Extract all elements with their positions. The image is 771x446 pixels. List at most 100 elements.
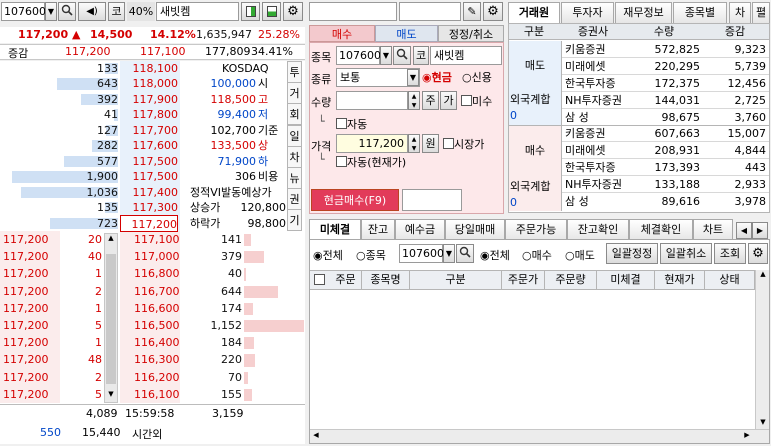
- scroll-up-icon[interactable]: ▲: [106, 234, 116, 246]
- qty-input[interactable]: [336, 91, 408, 110]
- search-button[interactable]: [58, 2, 76, 21]
- side-button-6[interactable]: 권: [287, 188, 302, 211]
- chart-button[interactable]: [241, 2, 260, 21]
- order-code-search[interactable]: [393, 46, 411, 65]
- scroll-up-icon[interactable]: ▲: [757, 270, 769, 282]
- col-header-4[interactable]: 주문량: [545, 271, 597, 289]
- scroll-thumb[interactable]: [106, 254, 116, 384]
- order-extra-input[interactable]: [402, 189, 462, 211]
- broker-tab-1[interactable]: 투자자: [561, 2, 614, 23]
- bid-price[interactable]: 116,500: [134, 317, 180, 334]
- order-settings-button[interactable]: ⚙: [483, 2, 503, 21]
- col-header-7[interactable]: 상태: [705, 271, 755, 289]
- col-header-0[interactable]: 주문: [330, 271, 362, 289]
- stock-code-input[interactable]: 107600: [1, 2, 46, 21]
- scroll-left-icon[interactable]: ◀: [310, 431, 322, 443]
- ask-price[interactable]: 118,000: [120, 75, 179, 92]
- market-price-checkbox[interactable]: 시장가: [443, 136, 484, 152]
- filter-code-input[interactable]: 107600: [399, 244, 444, 263]
- ask-price[interactable]: 118,100: [120, 60, 179, 77]
- tabs-scroll-right[interactable]: ▶: [752, 222, 768, 239]
- qty-shares-button[interactable]: 주: [422, 91, 439, 110]
- order-code-dropdown[interactable]: ▼: [380, 46, 392, 65]
- bid-price[interactable]: 116,600: [134, 300, 180, 317]
- qty-stepper[interactable]: ▲ ▼: [408, 91, 420, 110]
- price-stepper[interactable]: ▲ ▼: [408, 134, 420, 153]
- bottom-tab-0[interactable]: 미체결: [309, 219, 361, 241]
- broker-tab-2[interactable]: 재무정보: [615, 2, 672, 23]
- price-input[interactable]: 117,200: [336, 134, 408, 153]
- bottom-tab-7[interactable]: 차트: [693, 219, 733, 240]
- bid-price[interactable]: 116,100: [134, 386, 180, 403]
- order-type-select[interactable]: 보통 ▼: [336, 68, 420, 87]
- ask-price[interactable]: 117,900: [120, 91, 179, 108]
- bottom-tab-6[interactable]: 체결확인: [629, 219, 693, 240]
- bulk-modify-button[interactable]: 일괄정정: [606, 243, 658, 264]
- order-code-input[interactable]: 107600: [336, 46, 381, 65]
- tab-modify[interactable]: 정정/취소: [438, 25, 504, 42]
- orderbook-scrollbar[interactable]: ▲ ▼: [104, 233, 118, 403]
- orders-hscrollbar[interactable]: ◀ ▶: [310, 429, 769, 443]
- ask-price[interactable]: 117,700: [120, 122, 179, 139]
- bottom-tab-2[interactable]: 예수금: [395, 219, 445, 240]
- settings-button[interactable]: ⚙: [283, 2, 303, 21]
- broker-tab-0[interactable]: 거래원: [508, 2, 560, 23]
- broker-tab-5[interactable]: 펼: [752, 2, 770, 23]
- side-all-radio[interactable]: ◉전체: [480, 247, 510, 263]
- bid-price[interactable]: 116,200: [134, 369, 180, 386]
- col-header-6[interactable]: 현재가: [655, 271, 705, 289]
- order-search-input[interactable]: [309, 2, 397, 21]
- bid-price[interactable]: 116,300: [134, 351, 180, 368]
- select-all-checkbox[interactable]: [314, 274, 325, 285]
- bid-price[interactable]: 117,100: [134, 231, 180, 248]
- bottom-tab-5[interactable]: 잔고확인: [567, 219, 629, 240]
- side-button-5[interactable]: 뉴: [287, 167, 302, 189]
- side-button-1[interactable]: 거: [287, 82, 302, 105]
- side-buy-radio[interactable]: ○매수: [522, 247, 552, 263]
- tab-buy[interactable]: 매수: [309, 25, 375, 42]
- ask-price[interactable]: 117,400: [120, 184, 179, 201]
- bottom-settings-button[interactable]: ⚙: [748, 243, 768, 264]
- radio-credit[interactable]: ○신용: [462, 69, 492, 85]
- bottom-tab-3[interactable]: 당일매매: [445, 219, 505, 240]
- side-button-2[interactable]: 회: [287, 103, 302, 126]
- tab-sell[interactable]: 매도: [375, 25, 438, 42]
- cash-buy-button[interactable]: 현금매수(F9): [311, 189, 399, 211]
- tabs-scroll-left[interactable]: ◀: [736, 222, 752, 239]
- broker-tab-4[interactable]: 차: [729, 2, 751, 23]
- bulk-cancel-button[interactable]: 일괄취소: [660, 243, 712, 264]
- broker-tab-3[interactable]: 종목별: [673, 2, 727, 23]
- ask-price[interactable]: 117,200: [120, 214, 178, 232]
- side-button-0[interactable]: 투: [287, 61, 302, 83]
- undecided-checkbox[interactable]: 미수: [461, 93, 492, 109]
- edit-button[interactable]: ✎: [463, 2, 481, 21]
- qty-price-button[interactable]: 가: [440, 91, 457, 110]
- bid-price[interactable]: 116,700: [134, 283, 180, 300]
- sound-button[interactable]: ◀): [78, 2, 106, 21]
- ask-price[interactable]: 117,500: [120, 153, 179, 170]
- col-header-2[interactable]: 구분: [410, 271, 502, 289]
- side-button-4[interactable]: 차: [287, 145, 302, 168]
- bid-price[interactable]: 117,000: [134, 248, 180, 265]
- ask-price[interactable]: 117,300: [120, 199, 179, 216]
- col-header-5[interactable]: 미체결: [597, 271, 655, 289]
- query-button[interactable]: 조회: [714, 243, 746, 264]
- filter-all-radio[interactable]: ◉전체: [313, 247, 343, 263]
- order-search-input-2[interactable]: [399, 2, 461, 21]
- side-sell-radio[interactable]: ○매도: [565, 247, 595, 263]
- side-button-7[interactable]: 기: [287, 209, 302, 232]
- scroll-right-icon[interactable]: ▶: [741, 431, 753, 443]
- ask-price[interactable]: 117,800: [120, 106, 179, 123]
- orders-scrollbar[interactable]: ▲ ▼: [755, 270, 769, 430]
- auto-current-checkbox[interactable]: 자동(현재가): [336, 154, 406, 170]
- bottom-tab-1[interactable]: 잔고: [361, 219, 395, 240]
- ask-price[interactable]: 117,600: [120, 137, 179, 154]
- radio-cash[interactable]: ◉현금: [422, 69, 452, 85]
- ask-price[interactable]: 117,500: [120, 168, 179, 185]
- auto-checkbox[interactable]: 자동: [336, 116, 367, 132]
- code-dropdown-button[interactable]: ▼: [45, 2, 57, 21]
- filter-search-button[interactable]: [456, 244, 474, 263]
- scroll-down-icon[interactable]: ▼: [106, 390, 116, 402]
- side-button-3[interactable]: 일: [287, 124, 302, 147]
- price-unit-button[interactable]: 원: [422, 134, 439, 153]
